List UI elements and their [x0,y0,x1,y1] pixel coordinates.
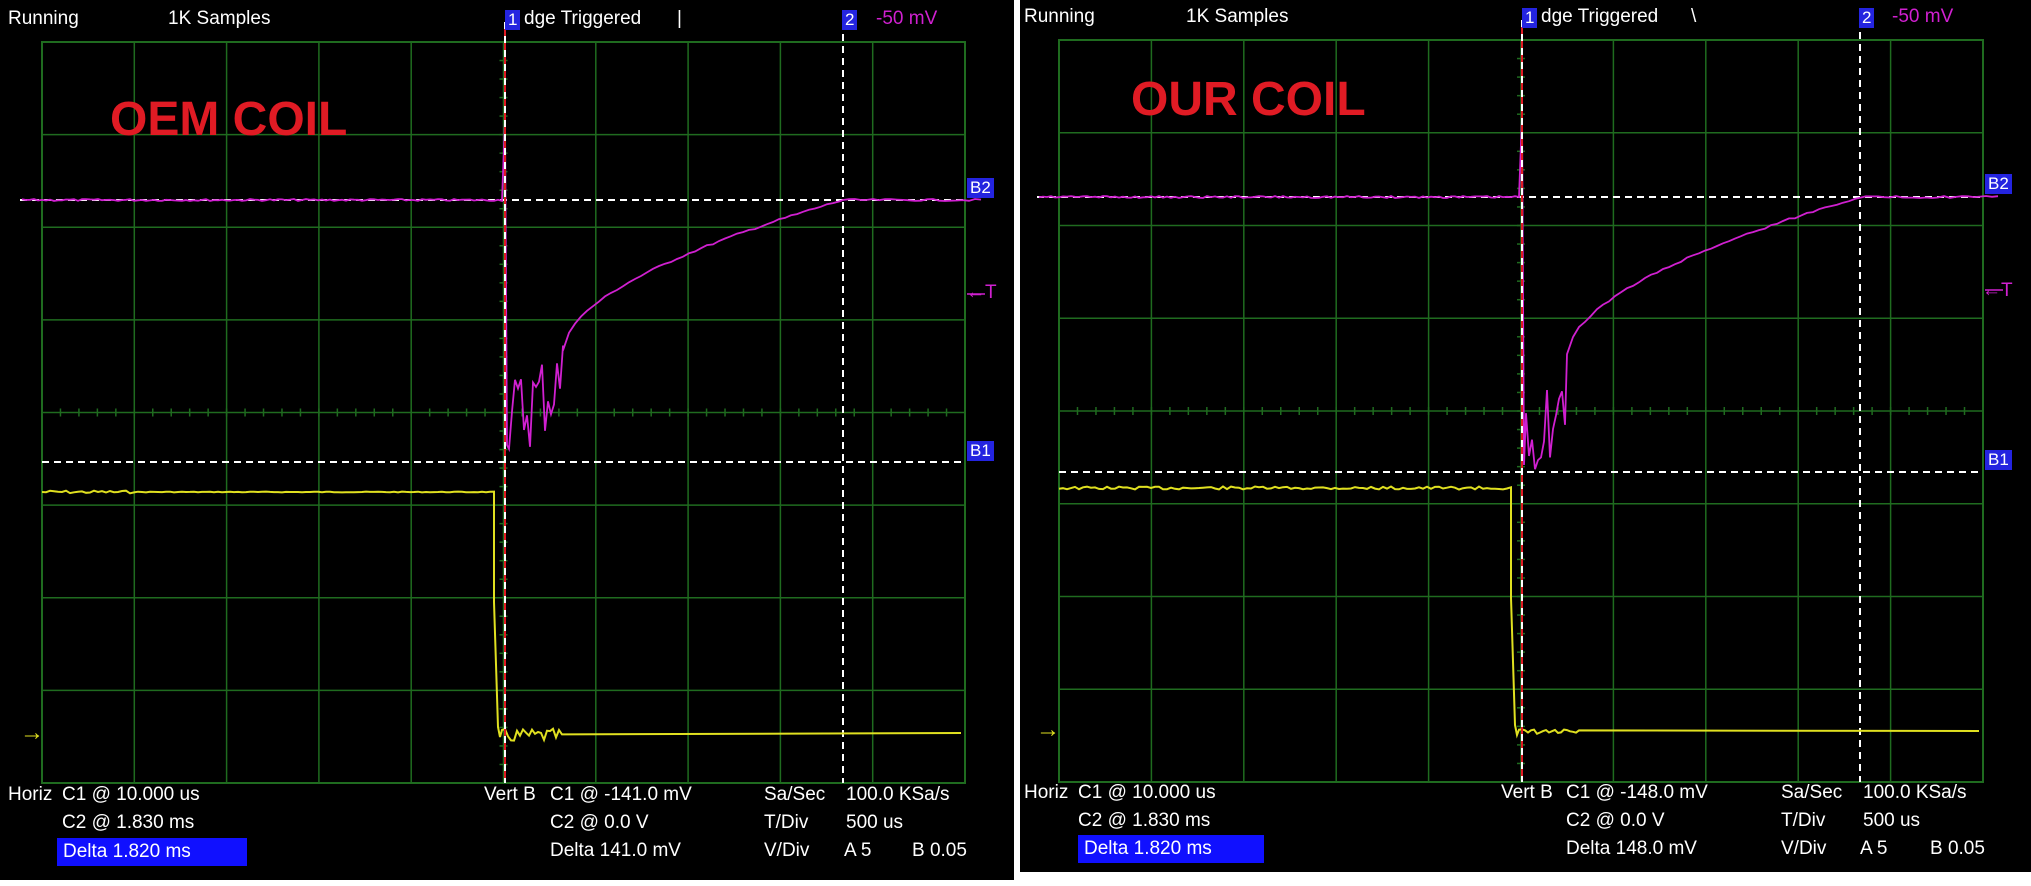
time-div-value: 500 us [1863,810,1921,831]
coil-overlay-label: OEM COIL [110,93,348,146]
volt-div-b: B 0.05 [912,840,967,861]
ground-marker-icon[interactable]: → [1036,718,1060,742]
time-div-label: T/Div [764,812,809,833]
vert-c1: C1 @ -148.0 mV [1566,782,1708,803]
b1-marker[interactable]: B1 [967,441,994,461]
scope-panel-our: Running 1K Samples 1 dge Triggered \ 2 -… [1020,0,2031,872]
trigger-level-marker[interactable]: ←T [966,282,997,304]
cursor-2-value: -50 mV [1892,6,1954,27]
ground-marker-icon[interactable]: → [20,721,44,745]
sample-count[interactable]: 1K Samples [1186,6,1288,28]
vert-delta: Delta 141.0 mV [550,840,681,861]
vert-label: Vert B [484,784,536,805]
vert-c1: C1 @ -141.0 mV [550,784,692,805]
cursor-1-badge[interactable]: 1 [505,10,521,30]
sample-rate-value: 100.0 KSa/s [846,784,950,805]
horiz-c2: C2 @ 1.830 ms [62,812,195,833]
horiz-c1: C1 @ 10.000 us [62,784,200,805]
horiz-label: Horiz [8,784,53,805]
sample-rate-value: 100.0 KSa/s [1863,782,1967,803]
cursor-2-value: -50 mV [876,8,938,29]
horiz-delta: Delta 1.820 ms [1078,835,1264,863]
trigger-edge-icon: | [677,8,682,29]
volt-div-label: V/Div [1781,838,1827,859]
volt-div-a: A 5 [1860,838,1888,859]
vert-c2: C2 @ 0.0 V [1566,810,1665,831]
volt-div-a: A 5 [844,840,872,861]
scope-panel-oem: Running 1K Samples 1 dge Triggered | 2 -… [0,0,1014,880]
vert-c2: C2 @ 0.0 V [550,812,649,833]
channel-b-trace [21,119,982,453]
coil-overlay-label: OUR COIL [1131,73,1366,126]
run-status[interactable]: Running [1024,6,1095,28]
channel-a-trace [1058,485,1980,739]
horiz-delta: Delta 1.820 ms [57,838,247,866]
vert-delta: Delta 148.0 mV [1566,838,1697,859]
volt-div-b: B 0.05 [1930,838,1985,859]
horiz-label: Horiz [1024,782,1069,803]
waveform-display [1037,20,2003,783]
time-div-value: 500 us [846,812,904,833]
trigger-level-marker[interactable]: ←T [1982,280,2013,302]
b2-marker[interactable]: B2 [1985,174,2012,194]
horiz-c1: C1 @ 10.000 us [1078,782,1216,803]
b1-marker[interactable]: B1 [1985,450,2012,470]
sample-count[interactable]: 1K Samples [168,8,270,30]
volt-div-label: V/Div [764,840,810,861]
time-div-label: T/Div [1781,810,1826,831]
cursor-2-badge[interactable]: 2 [1859,8,1875,28]
vert-label: Vert B [1501,782,1553,803]
cursor-2-badge[interactable]: 2 [842,10,858,30]
cursor-1-badge[interactable]: 1 [1522,8,1538,28]
trigger-mode[interactable]: dge Triggered [1541,6,1658,28]
trigger-edge-icon: \ [1691,6,1697,27]
b2-marker[interactable]: B2 [967,178,994,198]
trigger-mode[interactable]: dge Triggered [524,8,641,30]
sample-rate-label: Sa/Sec [764,784,826,805]
run-status[interactable]: Running [8,8,79,30]
horiz-c2: C2 @ 1.830 ms [1078,810,1211,831]
sample-rate-label: Sa/Sec [1781,782,1843,803]
